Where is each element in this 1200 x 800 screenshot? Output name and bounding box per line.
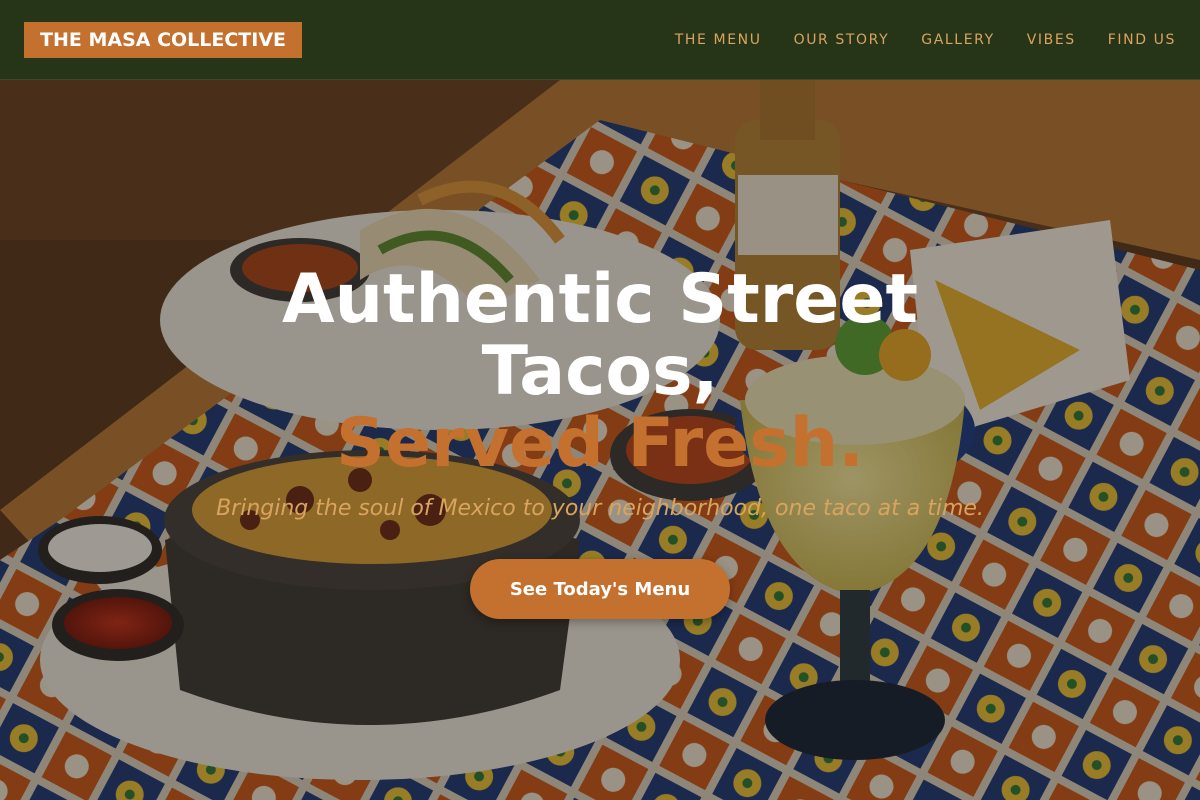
brand-logo[interactable]: THE MASA COLLECTIVE <box>24 22 303 58</box>
see-menu-button[interactable]: See Today's Menu <box>470 559 730 619</box>
main-nav: THE MENU OUR STORY GALLERY VIBES FIND US <box>643 0 1176 80</box>
hero-title-main: Authentic Street Tacos, <box>281 260 919 411</box>
nav-item-find-us[interactable]: FIND US <box>1108 32 1176 48</box>
nav-item-gallery[interactable]: GALLERY <box>921 32 994 48</box>
nav-item-our-story[interactable]: OUR STORY <box>794 32 890 48</box>
hero-title-accent: Served Fresh. <box>336 404 864 483</box>
nav-item-menu[interactable]: THE MENU <box>675 32 762 48</box>
hero-subtitle: Bringing the soul of Mexico to your neig… <box>216 496 984 521</box>
nav-item-vibes[interactable]: VIBES <box>1027 32 1076 48</box>
site-header: THE MASA COLLECTIVE THE MENU OUR STORY G… <box>0 0 1200 80</box>
hero-section: Authentic Street Tacos, Served Fresh. Br… <box>0 80 1200 800</box>
hero-title: Authentic Street Tacos, Served Fresh. <box>200 264 1000 480</box>
